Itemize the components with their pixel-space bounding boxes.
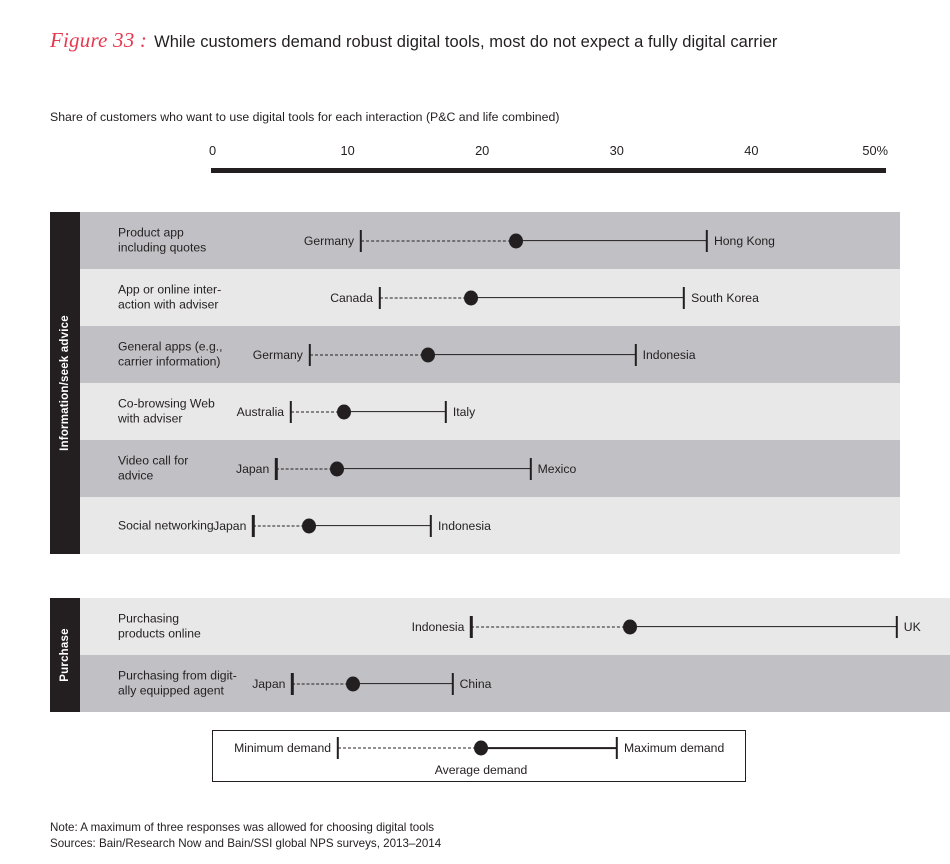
chart-row: Purchasing from digit-ally equipped agen…	[80, 655, 950, 712]
chart-row: Purchasing products online Indonesia UK	[80, 598, 950, 655]
range-segment-average-to-max	[343, 410, 446, 413]
range-label-min-country: Japan	[213, 518, 247, 533]
axis-tick-label: 50%	[862, 143, 889, 158]
range-plot: Germany Hong Kong	[80, 212, 900, 269]
range-plot: Japan China	[80, 655, 950, 712]
chart-row: Social networking Japan Indonesia	[80, 497, 900, 554]
range-plot: Minimum demand Maximum demand	[213, 731, 745, 765]
footnotes: Note: A maximum of three responses was a…	[50, 820, 441, 851]
page-title: While customers demand robust digital to…	[154, 33, 778, 51]
range-label-min-country: Japan	[236, 461, 270, 476]
range-label-max-country: Italy	[452, 404, 476, 419]
group-rows: Purchasing products online Indonesia UK Purc…	[80, 598, 950, 712]
chart-row: General apps (e.g., carrier information) G…	[80, 326, 900, 383]
footnote-sources: Sources: Bain/Research Now and Bain/SSI …	[50, 836, 442, 850]
chart-row: App or online inter-action with adviser C…	[80, 269, 900, 326]
range-label-min-country: Germany	[303, 233, 355, 248]
average-demand-dot	[301, 518, 316, 533]
range-segment-average-to-max	[481, 747, 617, 749]
x-axis: 0 10 20 30 40 50%	[0, 143, 950, 178]
range-label-min-country: Australia	[236, 404, 285, 419]
figure-page: Figure 33 : While customers demand robus…	[0, 0, 950, 864]
average-demand-dot	[474, 740, 488, 756]
figure-title-row: Figure 33 : While customers demand robus…	[50, 28, 920, 53]
range-label-min-country: Canada	[330, 290, 373, 305]
legend-average-label: Average demand	[434, 763, 528, 777]
figure-subtitle: Share of customers who want to use digit…	[50, 110, 560, 124]
range-label-min-country: Japan	[252, 676, 286, 691]
axis-tick-label: 0	[209, 143, 217, 158]
range-segment-min-to-average	[253, 525, 309, 526]
range-segment-min-to-average	[361, 240, 516, 241]
chart-row: Co-browsing Web with adviser Australia Ital…	[80, 383, 900, 440]
average-demand-dot	[336, 404, 351, 419]
range-segment-average-to-max	[630, 625, 897, 628]
legend-max-demand-label: Maximum demand	[624, 741, 725, 755]
range-segment-min-to-average	[292, 683, 353, 684]
range-label-max-country: Hong Kong	[713, 233, 775, 248]
legend-range-plot: Minimum demand Maximum demand	[213, 731, 745, 765]
group-tab-label: Purchase	[59, 628, 71, 682]
range-segment-min-to-average	[309, 354, 429, 355]
range-label-min-country: Indonesia	[411, 619, 465, 634]
average-demand-dot	[421, 347, 436, 362]
range-plot: Germany Indonesia	[80, 326, 900, 383]
range-segment-min-to-average	[338, 747, 481, 749]
group-rows: Product app including quotes Germany Hong K…	[80, 212, 900, 554]
range-segment-average-to-max	[515, 239, 707, 242]
range-segment-min-to-average	[276, 468, 337, 469]
average-demand-dot	[329, 461, 344, 476]
average-demand-dot	[508, 233, 523, 248]
range-label-min-country: Germany	[252, 347, 303, 362]
range-label-max-country: Indonesia	[438, 518, 491, 533]
axis-tick-label: 30	[609, 143, 624, 158]
axis-baseline	[211, 168, 886, 173]
group-tab-label: Information/seek advice	[59, 315, 71, 451]
axis-tick-label: 20	[475, 143, 490, 158]
range-plot: Canada South Korea	[80, 269, 900, 326]
range-plot: Indonesia UK	[80, 598, 950, 655]
group-tab: Purchase	[50, 598, 80, 712]
legend-min-demand-label: Minimum demand	[234, 741, 331, 755]
chart-group-purchase: Purchase Purchasing products online Indones…	[50, 598, 950, 712]
range-plot: Japan Indonesia	[80, 497, 900, 554]
range-label-max-country: South Korea	[691, 290, 759, 305]
chart-row: Product app including quotes Germany Hong K…	[80, 212, 900, 269]
range-segment-average-to-max	[308, 524, 432, 527]
range-label-max-country: Indonesia	[642, 347, 696, 362]
legend-box: Minimum demand Maximum demand Average dem…	[212, 730, 746, 782]
range-label-max-country: Mexico	[537, 461, 577, 476]
range-plot: Australia Italy	[80, 383, 900, 440]
range-segment-min-to-average	[471, 626, 631, 627]
average-demand-dot	[623, 619, 638, 634]
range-label-max-country: UK	[903, 619, 921, 634]
axis-tick-label: 10	[340, 143, 355, 158]
average-demand-dot	[345, 676, 360, 691]
range-segment-average-to-max	[471, 296, 685, 299]
footnote-note: Note: A maximum of three responses was a…	[50, 821, 435, 834]
range-label-max-country: China	[459, 676, 492, 691]
range-segment-average-to-max	[352, 682, 453, 685]
range-segment-min-to-average	[379, 297, 472, 298]
group-tab: Information/seek advice	[50, 212, 80, 554]
range-segment-average-to-max	[336, 467, 531, 470]
figure-number: Figure 33 :	[50, 28, 148, 52]
chart-group-information-seek-advice: Information/seek advice Product app includ…	[50, 212, 900, 554]
range-segment-average-to-max	[428, 353, 636, 356]
chart-row: Video call for advice Japan Mexico	[80, 440, 900, 497]
range-plot: Japan Mexico	[80, 440, 900, 497]
average-demand-dot	[464, 290, 479, 305]
axis-tick-label: 40	[744, 143, 759, 158]
